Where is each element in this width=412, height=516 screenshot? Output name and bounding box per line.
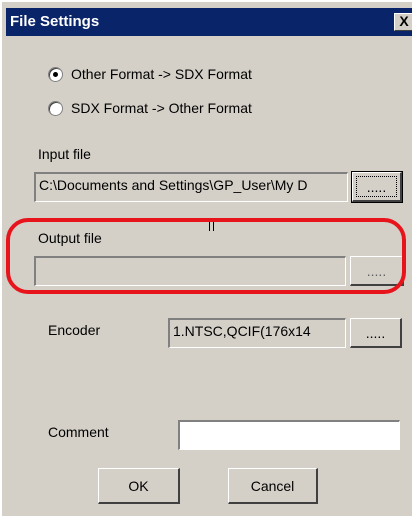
encoder-label: Encoder [48, 322, 101, 338]
dialog-title: File Settings [10, 13, 100, 30]
close-button[interactable]: X [394, 13, 412, 31]
encoder-browse-label: ..... [365, 324, 386, 341]
comment-input[interactable] [178, 420, 400, 450]
radio-button-unchecked[interactable] [48, 100, 63, 116]
text-cursor-icon [209, 220, 214, 231]
input-file-field[interactable]: C:\Documents and Settings\GP_User\My D [34, 172, 348, 202]
output-file-field[interactable] [34, 256, 346, 286]
radio-button-checked[interactable] [48, 66, 63, 82]
radio-sdx-to-other-label: SDX Format -> Other Format [71, 100, 252, 116]
input-file-label: Input file [38, 146, 91, 162]
output-file-browse-button[interactable]: ..... [350, 256, 404, 286]
radio-other-to-sdx[interactable]: Other Format -> SDX Format [48, 64, 252, 84]
cancel-button[interactable]: Cancel [228, 468, 318, 504]
ok-button[interactable]: OK [98, 468, 180, 504]
output-file-label: Output file [38, 230, 102, 246]
radio-sdx-to-other[interactable]: SDX Format -> Other Format [48, 98, 252, 118]
title-bar: File Settings X [6, 8, 412, 36]
ok-button-label: OK [128, 477, 149, 494]
output-file-browse-label: ..... [366, 262, 387, 279]
close-icon: X [399, 13, 409, 29]
input-file-browse-button[interactable]: ..... [351, 171, 403, 203]
encoder-field[interactable]: 1.NTSC,QCIF(176x14 [168, 318, 346, 348]
radio-other-to-sdx-label: Other Format -> SDX Format [71, 66, 252, 82]
focus-rectangle [356, 176, 397, 197]
encoder-browse-button[interactable]: ..... [350, 318, 402, 348]
file-settings-dialog: File Settings X Other Format -> SDX Form… [0, 0, 412, 516]
cancel-button-label: Cancel [250, 477, 295, 494]
comment-label: Comment [48, 424, 109, 440]
